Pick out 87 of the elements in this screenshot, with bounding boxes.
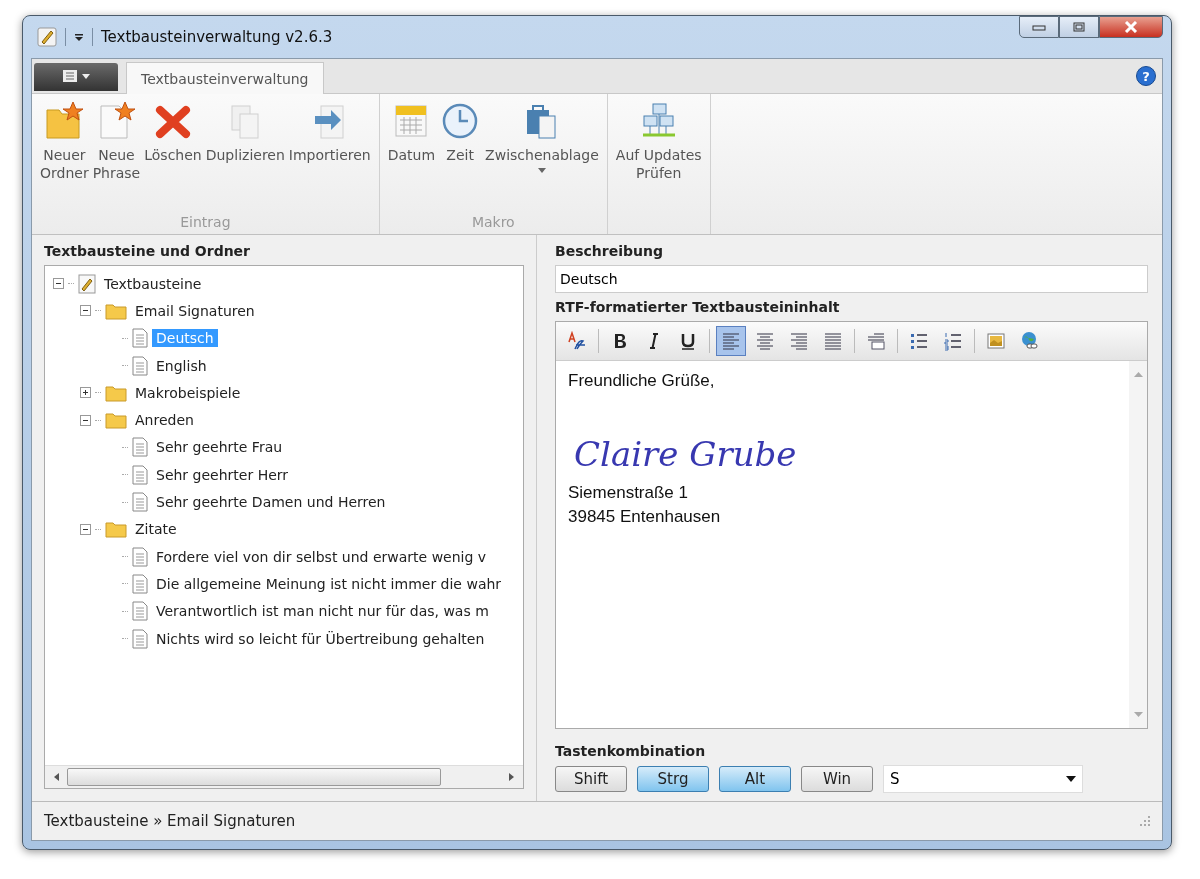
modifier-toggle-button[interactable]: Shift <box>555 766 627 792</box>
maximize-icon <box>1073 22 1085 32</box>
application-menu-button[interactable] <box>34 63 118 91</box>
justify-icon <box>823 331 843 351</box>
bullets-icon <box>909 331 929 351</box>
horizontal-scrollbar[interactable] <box>45 765 523 788</box>
document-icon <box>132 492 148 512</box>
ribbon-button[interactable]: Zeit <box>437 100 484 214</box>
ribbon-button[interactable]: Duplizieren <box>203 100 287 214</box>
menu-caret-icon <box>61 68 91 83</box>
tree-item[interactable]: Nichts wird so leicht für Übertreibung gehalten <box>152 629 489 648</box>
ribbon-button[interactable]: Zwischenablage <box>483 100 601 214</box>
tree-item[interactable]: English <box>152 356 211 375</box>
panel-title: Textbausteine und Ordner <box>44 243 251 259</box>
minimize-icon <box>1032 23 1046 31</box>
modifier-toggle-button[interactable]: Alt <box>719 766 791 792</box>
tree-item[interactable]: Sehr geehrte Damen und Herren <box>152 493 390 511</box>
expand-icon[interactable] <box>80 387 91 399</box>
collapse-icon[interactable] <box>80 523 91 535</box>
pen-icon[interactable] <box>37 27 57 47</box>
ribbon-button[interactable]: Datum <box>385 100 438 214</box>
tree-item[interactable]: Email Signaturen <box>131 301 259 320</box>
ribbon-button[interactable]: Neue Phrase <box>90 100 143 214</box>
font-icon <box>567 331 587 351</box>
ribbon-button[interactable]: Auf Updates Prüfen <box>613 100 704 230</box>
image-icon <box>986 331 1006 351</box>
ribbon-button[interactable]: Neuer Ordner <box>38 100 91 214</box>
maximize-button[interactable] <box>1059 16 1099 38</box>
scroll-right-icon[interactable] <box>507 773 515 781</box>
scroll-left-icon[interactable] <box>53 773 61 781</box>
folder-icon <box>105 520 127 539</box>
document-icon <box>132 601 148 622</box>
text-line: Freundliche Grüße, <box>568 370 716 392</box>
folder-icon <box>105 301 127 320</box>
document-icon <box>132 546 148 567</box>
document-icon <box>132 328 148 349</box>
group-label: Makro <box>471 214 515 230</box>
close-button[interactable] <box>1099 16 1163 38</box>
pen-document-icon <box>78 273 96 294</box>
tree-item[interactable]: Sehr geehrter Herr <box>152 465 293 484</box>
text-line: 39845 Entenhausen <box>568 506 722 528</box>
collapse-icon[interactable] <box>80 305 91 317</box>
document-icon <box>132 437 148 458</box>
ribbon-button[interactable]: Importieren <box>286 100 373 214</box>
tree-item[interactable]: Makrobeispiele <box>131 383 245 402</box>
tree-item[interactable]: Die allgemeine Meinung ist nicht immer die wahr <box>152 574 506 593</box>
document-icon <box>132 464 148 485</box>
align-right-icon <box>789 331 809 351</box>
folder-icon <box>105 411 127 430</box>
tree-item[interactable]: Anreden <box>131 411 198 430</box>
folder-icon <box>105 383 127 402</box>
group-label: Eintrag <box>180 214 231 230</box>
tree-item[interactable]: Sehr geehrte Frau <box>152 438 287 457</box>
align-center-icon <box>755 331 775 351</box>
window-title: Textbausteinverwaltung v2.6.3 <box>101 28 333 46</box>
field-label: Beschreibung <box>555 243 663 259</box>
folder-star-icon <box>43 100 86 142</box>
numbering-icon <box>943 331 963 351</box>
dropdown-caret-icon[interactable] <box>1066 776 1076 782</box>
modifier-toggle-button[interactable]: Win <box>801 766 873 792</box>
indent-icon <box>866 331 886 351</box>
description-field[interactable]: Deutsch <box>555 265 1148 293</box>
handwritten-signature: Claire Grube <box>574 433 797 476</box>
quick-access-caret-icon[interactable] <box>74 32 84 42</box>
status-path: Textbausteine » Email Signaturen <box>44 812 296 830</box>
close-icon <box>1124 21 1138 33</box>
document-icon <box>132 355 148 376</box>
link-icon <box>1020 331 1040 351</box>
tree-item[interactable]: Verantwortlich ist man nicht nur für das, was m <box>152 602 493 621</box>
minimize-button[interactable] <box>1019 16 1059 38</box>
resize-grip-icon[interactable] <box>1140 816 1150 826</box>
align-left-icon <box>721 331 741 351</box>
modifier-toggle-button[interactable]: Strg <box>637 766 709 792</box>
ribbon-tab[interactable]: Textbausteinverwaltung <box>126 62 324 94</box>
help-button[interactable]: ? <box>1136 66 1156 86</box>
text-line: Siemenstraße 1 <box>568 482 689 504</box>
collapse-icon[interactable] <box>80 414 91 426</box>
tree-item[interactable]: Zitate <box>131 520 181 539</box>
document-icon <box>132 573 148 594</box>
tree-item[interactable]: Textbausteine <box>100 274 206 293</box>
key-dropdown[interactable]: S <box>883 765 1083 793</box>
collapse-icon[interactable] <box>53 278 64 290</box>
field-label: RTF-formatierter Textbausteininhalt <box>555 299 840 315</box>
field-label: Tastenkombination <box>555 743 706 759</box>
document-icon <box>132 628 148 649</box>
tree-item[interactable]: Fordere viel von dir selbst und erwarte wenig v <box>152 547 491 566</box>
ribbon-button[interactable]: Löschen <box>142 100 204 214</box>
